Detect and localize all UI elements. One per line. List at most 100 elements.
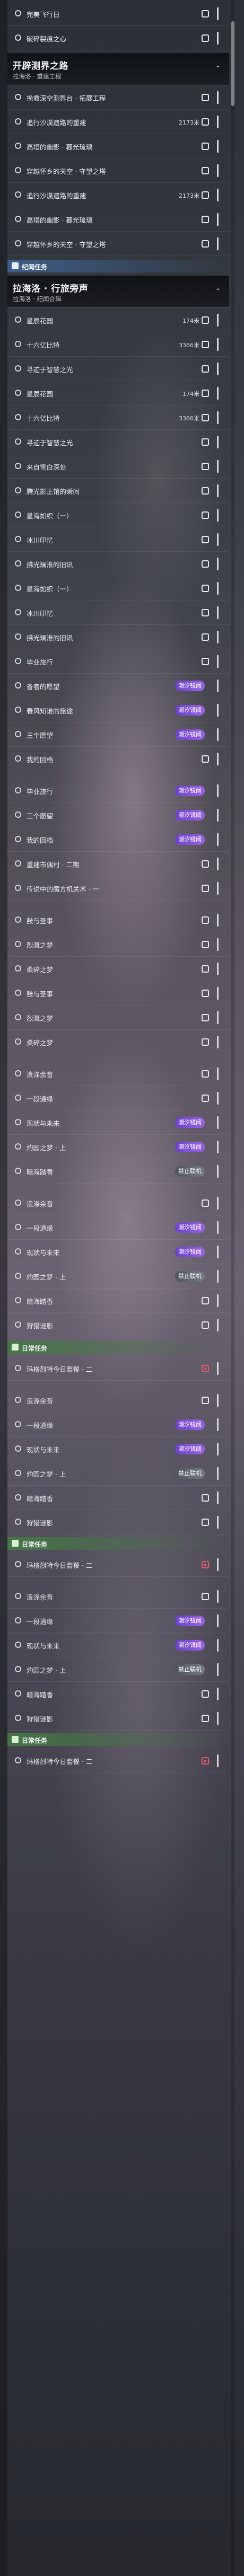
quest-row[interactable]: 烈溉之梦 (7, 933, 229, 957)
quest-row[interactable]: 一段通缘 (7, 1087, 229, 1110)
track-marker-icon[interactable] (202, 1038, 209, 1046)
track-marker-icon[interactable] (202, 191, 209, 199)
track-marker-icon[interactable] (202, 487, 209, 495)
quest-row[interactable]: 星辰花园 174米 (7, 308, 229, 332)
quest-row[interactable]: 三个愿望 潮汐镜阈 (7, 804, 229, 827)
quest-row[interactable]: 玛格烈特今日套餐 · 二 (7, 1553, 229, 1577)
track-marker-icon[interactable] (202, 511, 209, 519)
track-marker-icon[interactable] (202, 1715, 209, 1722)
quest-row[interactable]: 鼓与圣事 (7, 982, 229, 1005)
track-marker-icon[interactable] (202, 34, 209, 42)
track-marker-icon[interactable] (202, 94, 209, 101)
section-header[interactable]: 拉海洛 · 行旅旁声 拉海洛 · 纪闻合辑 ⌃ (7, 276, 229, 308)
track-marker-icon[interactable] (202, 167, 209, 174)
quest-row[interactable]: 寻迹于智慧之光 (7, 357, 229, 381)
quest-row[interactable]: 玛格烈特今日套餐 · 二 (7, 1357, 229, 1381)
quest-row[interactable]: 穿越怀乡的天空 · 守望之塔 (7, 232, 229, 256)
quest-row[interactable]: 柔碎之梦 (7, 957, 229, 981)
quest-row[interactable]: 鼓与圣事 (7, 908, 229, 932)
section-header[interactable]: 开辟测界之路 拉海洛 · 重建工程 ⌃ (7, 53, 229, 85)
track-marker-icon[interactable] (202, 1365, 209, 1372)
quest-row[interactable]: 一段通缘 潮汐镜阈 (7, 1609, 229, 1633)
track-marker-icon[interactable] (202, 1494, 209, 1502)
track-marker-icon[interactable] (202, 965, 209, 973)
quest-row[interactable]: 备者的愿望 潮汐镜阈 (7, 674, 229, 698)
track-marker-icon[interactable] (202, 438, 209, 446)
quest-row[interactable]: 玛格烈特今日套餐 · 二 (7, 1749, 229, 1773)
track-marker-icon[interactable] (202, 463, 209, 470)
quest-row[interactable]: 现状与未来 潮汐镜阈 (7, 1240, 229, 1264)
track-marker-icon[interactable] (202, 414, 209, 421)
track-marker-icon[interactable] (202, 316, 209, 324)
quest-row[interactable]: 狩猎谜影 (7, 1313, 229, 1337)
quest-row[interactable]: 灼园之梦 · 上 禁止联机 (7, 1462, 229, 1486)
track-marker-icon[interactable] (202, 536, 209, 543)
quest-row[interactable]: 狩猎谜影 (7, 1511, 229, 1534)
quest-row[interactable]: 冰川印忆 (7, 528, 229, 552)
quest-row[interactable]: 烈溉之梦 (7, 1006, 229, 1030)
quest-row[interactable]: 拂光斓淮的旧讯 (7, 625, 229, 649)
quest-row[interactable]: 高塔的幽影 · 暮光琉璃 (7, 135, 229, 158)
quest-row[interactable]: 浪涤余音 (7, 1389, 229, 1413)
track-marker-icon[interactable] (202, 990, 209, 997)
quest-row[interactable]: 现状与未来 潮汐镜阈 (7, 1111, 229, 1135)
quest-row[interactable]: 柔碎之梦 (7, 1030, 229, 1054)
track-marker-icon[interactable] (202, 585, 209, 592)
quest-row[interactable]: 浪涤余音 (7, 1192, 229, 1215)
track-marker-icon[interactable] (202, 1070, 209, 1078)
chevron-up-icon[interactable]: ⌃ (215, 65, 221, 72)
quest-row[interactable]: 星海如织（一） (7, 504, 229, 527)
track-marker-icon[interactable] (202, 390, 209, 397)
quest-row[interactable]: 挽救深空测界台 · 拓展工程 (7, 86, 229, 110)
quest-row[interactable]: 暗海踏香 禁止联机 (7, 1160, 229, 1184)
quest-row[interactable]: 重建市偶村 · 二期 (7, 852, 229, 876)
track-marker-icon[interactable] (202, 1297, 209, 1304)
quest-row[interactable]: 寻迹于智慧之光 (7, 430, 229, 454)
track-marker-icon[interactable] (202, 941, 209, 948)
track-marker-icon[interactable] (202, 143, 209, 150)
track-marker-icon[interactable] (202, 1095, 209, 1102)
quest-row[interactable]: 高塔的幽影 · 暮光琉璃 (7, 208, 229, 232)
quest-row[interactable]: 穿越怀乡的天空 · 守望之塔 (7, 159, 229, 183)
track-marker-icon[interactable] (202, 560, 209, 568)
quest-row[interactable]: 浪涤余音 (7, 1585, 229, 1609)
track-marker-icon[interactable] (202, 118, 209, 126)
quest-row[interactable]: 灼园之梦 · 上 禁止联机 (7, 1265, 229, 1289)
track-marker-icon[interactable] (202, 10, 209, 17)
quest-row[interactable]: 冰川印忆 (7, 601, 229, 625)
quest-row[interactable]: 星辰花园 174米 (7, 382, 229, 405)
quest-row[interactable]: 完美飞行日 (7, 2, 229, 26)
track-marker-icon[interactable] (202, 216, 209, 223)
scrollbar-track[interactable] (231, 0, 234, 2576)
track-marker-icon[interactable] (202, 1014, 209, 1021)
track-marker-icon[interactable] (202, 1321, 209, 1329)
track-marker-icon[interactable] (202, 1561, 209, 1568)
quest-row[interactable]: 暗海踏香 (7, 1486, 229, 1510)
quest-row[interactable]: 拂光斓淮的旧讯 (7, 552, 229, 576)
quest-row[interactable]: 腾光影正馆的瞬间 (7, 479, 229, 503)
quest-row[interactable]: 暗海踏香 (7, 1682, 229, 1706)
quest-row[interactable]: 我的回档 潮汐镜阈 (7, 828, 229, 852)
quest-row[interactable]: 灼园之梦 · 上 潮汐镜阈 (7, 1135, 229, 1159)
track-marker-icon[interactable] (202, 240, 209, 248)
quest-row[interactable]: 毕业旅行 (7, 650, 229, 674)
track-marker-icon[interactable] (202, 1757, 209, 1765)
quest-row[interactable]: 十六亿比特 3366米 (7, 333, 229, 357)
scrollbar-thumb[interactable] (231, 21, 234, 106)
track-marker-icon[interactable] (202, 1690, 209, 1698)
quest-row[interactable]: 传说中的魔方机关术 · 一 (7, 877, 229, 901)
track-marker-icon[interactable] (202, 885, 209, 892)
quest-row[interactable]: 我的回档 (7, 747, 229, 771)
quest-row[interactable]: 毕业旅行 潮汐镜阈 (7, 779, 229, 803)
quest-row[interactable]: 破碎裂痕之心 (7, 27, 229, 50)
quest-row[interactable]: 一段通缘 潮汐镜阈 (7, 1413, 229, 1437)
quest-row[interactable]: 浪涤余音 (7, 1062, 229, 1086)
track-marker-icon[interactable] (202, 916, 209, 924)
track-marker-icon[interactable] (202, 633, 209, 641)
quest-row[interactable]: 十六亿比特 3366米 (7, 406, 229, 430)
quest-row[interactable]: 现状与未来 潮汐镜阈 (7, 1437, 229, 1461)
quest-row[interactable]: 来自雪白深处 (7, 455, 229, 479)
quest-row[interactable]: 追行沙漠遗路的重建 2173米 (7, 183, 229, 207)
track-marker-icon[interactable] (202, 658, 209, 665)
quest-row[interactable]: 暗海踏香 (7, 1289, 229, 1313)
